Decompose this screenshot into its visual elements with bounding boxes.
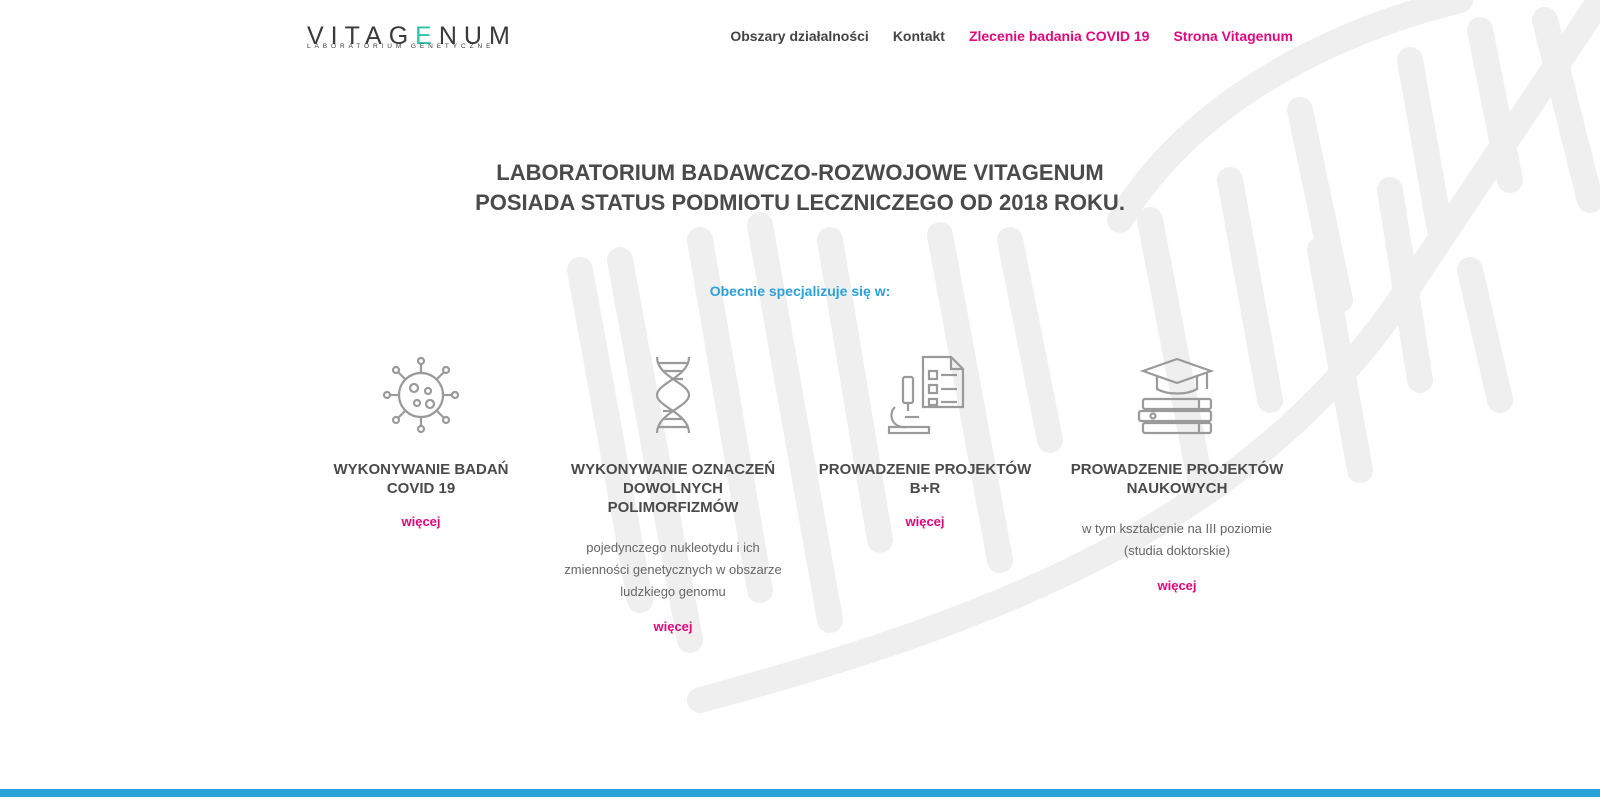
dna-icon <box>655 356 691 434</box>
card-title: PROWADZENIE PROJEKTÓW B+R <box>818 461 1032 497</box>
footer-accent-bar <box>0 789 1600 797</box>
hero-line-1: LABORATORIUM BADAWCZO-ROZWOJOWE VITAGENU… <box>496 160 1104 185</box>
site-header: VITAGENUM LABORATORIUM GENETYCZNE Obszar… <box>0 0 1600 75</box>
more-link[interactable]: więcej <box>653 619 692 634</box>
card-scientific-projects: PROWADZENIE PROJEKTÓW NAUKOWYCH w tym ksz… <box>1062 355 1292 595</box>
vitagenum-logo[interactable]: VITAGENUM LABORATORIUM GENETYCZNE <box>307 24 510 52</box>
microscope-icon <box>887 355 965 435</box>
card-description: w tym kształcenie na III poziomie (studia… <box>1081 521 1273 558</box>
specialization-subheading: Obecnie specjalizuje się w: <box>709 283 891 299</box>
card-description: pojedynczego nukleotydu i ich zmienności … <box>564 540 782 599</box>
card-covid: WYKONYWANIE BADAŃ COVID 19 więcej <box>306 355 536 531</box>
card-title: PROWADZENIE PROJEKTÓW NAUKOWYCH <box>1070 461 1284 497</box>
more-link[interactable]: więcej <box>401 514 440 529</box>
more-link[interactable]: więcej <box>1157 578 1196 593</box>
card-title: WYKONYWANIE OZNACZEŃ DOWOLNYCH POLIMORFIZ… <box>570 461 776 516</box>
more-link[interactable]: więcej <box>905 514 944 529</box>
nav-strona-vitagenum[interactable]: Strona Vitagenum <box>1173 28 1293 44</box>
nav-obszary-dzialalnosci[interactable]: Obszary działalności <box>730 28 869 44</box>
card-title: WYKONYWANIE BADAŃ COVID 19 <box>333 461 509 497</box>
virus-icon <box>382 356 460 434</box>
card-br-projects: PROWADZENIE PROJEKTÓW B+R więcej <box>810 355 1040 531</box>
hero-line-2: POSIADA STATUS PODMIOTU LECZNICZEGO OD 2… <box>475 190 1125 215</box>
nav-zlecenie-covid[interactable]: Zlecenie badania COVID 19 <box>969 28 1150 44</box>
graduation-cap-icon <box>1137 357 1215 435</box>
dna-background-decoration <box>567 0 1600 713</box>
nav-kontakt[interactable]: Kontakt <box>893 28 945 44</box>
card-polymorphisms: WYKONYWANIE OZNACZEŃ DOWOLNYCH POLIMORFIZ… <box>558 355 788 636</box>
hero-headline: LABORATORIUM BADAWCZO-ROZWOJOWE VITAGENU… <box>0 158 1600 218</box>
logo-subtitle: LABORATORIUM GENETYCZNE <box>307 43 495 50</box>
main-nav: Obszary działalności Kontakt Zlecenie ba… <box>730 28 1293 44</box>
